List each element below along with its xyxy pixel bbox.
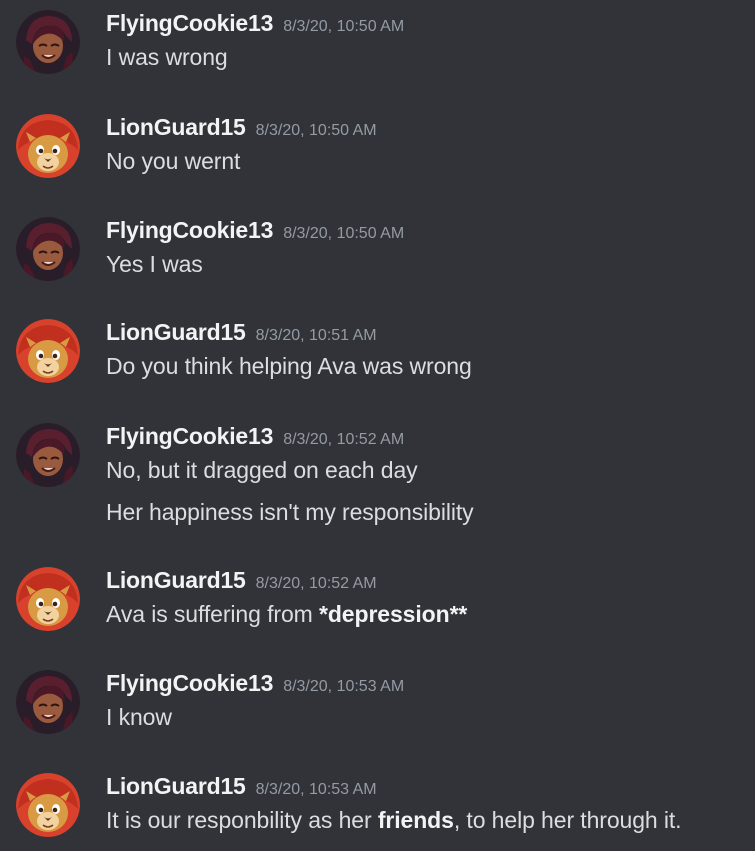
message-text: Yes I was: [106, 251, 203, 277]
message-text: It is our responbility as her friends, t…: [106, 807, 682, 833]
username[interactable]: LionGuard15: [106, 114, 246, 140]
avatar-lionguard[interactable]: [16, 773, 80, 837]
timestamp[interactable]: 8/3/20, 10:50 AM: [283, 18, 404, 35]
message-text: I was wrong: [106, 44, 228, 70]
bold-text: *depression: [319, 601, 450, 627]
message-text: No you wernt: [106, 148, 241, 174]
timestamp[interactable]: 8/3/20, 10:50 AM: [283, 225, 404, 242]
username[interactable]: FlyingCookie13: [106, 10, 273, 36]
message-header: FlyingCookie13 8/3/20, 10:53 AM: [106, 670, 404, 700]
avatar-lionguard[interactable]: [16, 567, 80, 631]
avatar-flyingcookie[interactable]: [16, 670, 80, 734]
message-header: FlyingCookie13 8/3/20, 10:50 AM: [106, 10, 404, 40]
username[interactable]: FlyingCookie13: [106, 670, 273, 696]
message-text: I know: [106, 704, 172, 730]
timestamp[interactable]: 8/3/20, 10:50 AM: [256, 122, 377, 139]
message-header: LionGuard15 8/3/20, 10:51 AM: [106, 319, 377, 349]
timestamp[interactable]: 8/3/20, 10:51 AM: [256, 327, 377, 344]
message-text: No, but it dragged on each day: [106, 457, 418, 483]
message-text: Do you think helping Ava was wrong: [106, 353, 472, 379]
timestamp[interactable]: 8/3/20, 10:52 AM: [283, 431, 404, 448]
message-header: FlyingCookie13 8/3/20, 10:52 AM: [106, 423, 404, 453]
timestamp[interactable]: 8/3/20, 10:52 AM: [256, 575, 377, 592]
avatar-flyingcookie[interactable]: [16, 217, 80, 281]
message-header: LionGuard15 8/3/20, 10:52 AM: [106, 567, 377, 597]
avatar-flyingcookie[interactable]: [16, 423, 80, 487]
avatar-lionguard[interactable]: [16, 319, 80, 383]
username[interactable]: FlyingCookie13: [106, 217, 273, 243]
message-header: FlyingCookie13 8/3/20, 10:50 AM: [106, 217, 404, 247]
message-text: Her happiness isn't my responsibility: [106, 499, 474, 525]
bold-text: **: [449, 601, 468, 627]
avatar-flyingcookie[interactable]: [16, 10, 80, 74]
username[interactable]: LionGuard15: [106, 773, 246, 799]
message-text: Ava is suffering from *depression**: [106, 601, 468, 627]
message-header: LionGuard15 8/3/20, 10:53 AM: [106, 773, 377, 803]
username[interactable]: FlyingCookie13: [106, 423, 273, 449]
avatar-lionguard[interactable]: [16, 114, 80, 178]
bold-text: friends: [377, 807, 454, 833]
timestamp[interactable]: 8/3/20, 10:53 AM: [283, 678, 404, 695]
username[interactable]: LionGuard15: [106, 567, 246, 593]
timestamp[interactable]: 8/3/20, 10:53 AM: [256, 781, 377, 798]
username[interactable]: LionGuard15: [106, 319, 246, 345]
message-header: LionGuard15 8/3/20, 10:50 AM: [106, 114, 377, 144]
